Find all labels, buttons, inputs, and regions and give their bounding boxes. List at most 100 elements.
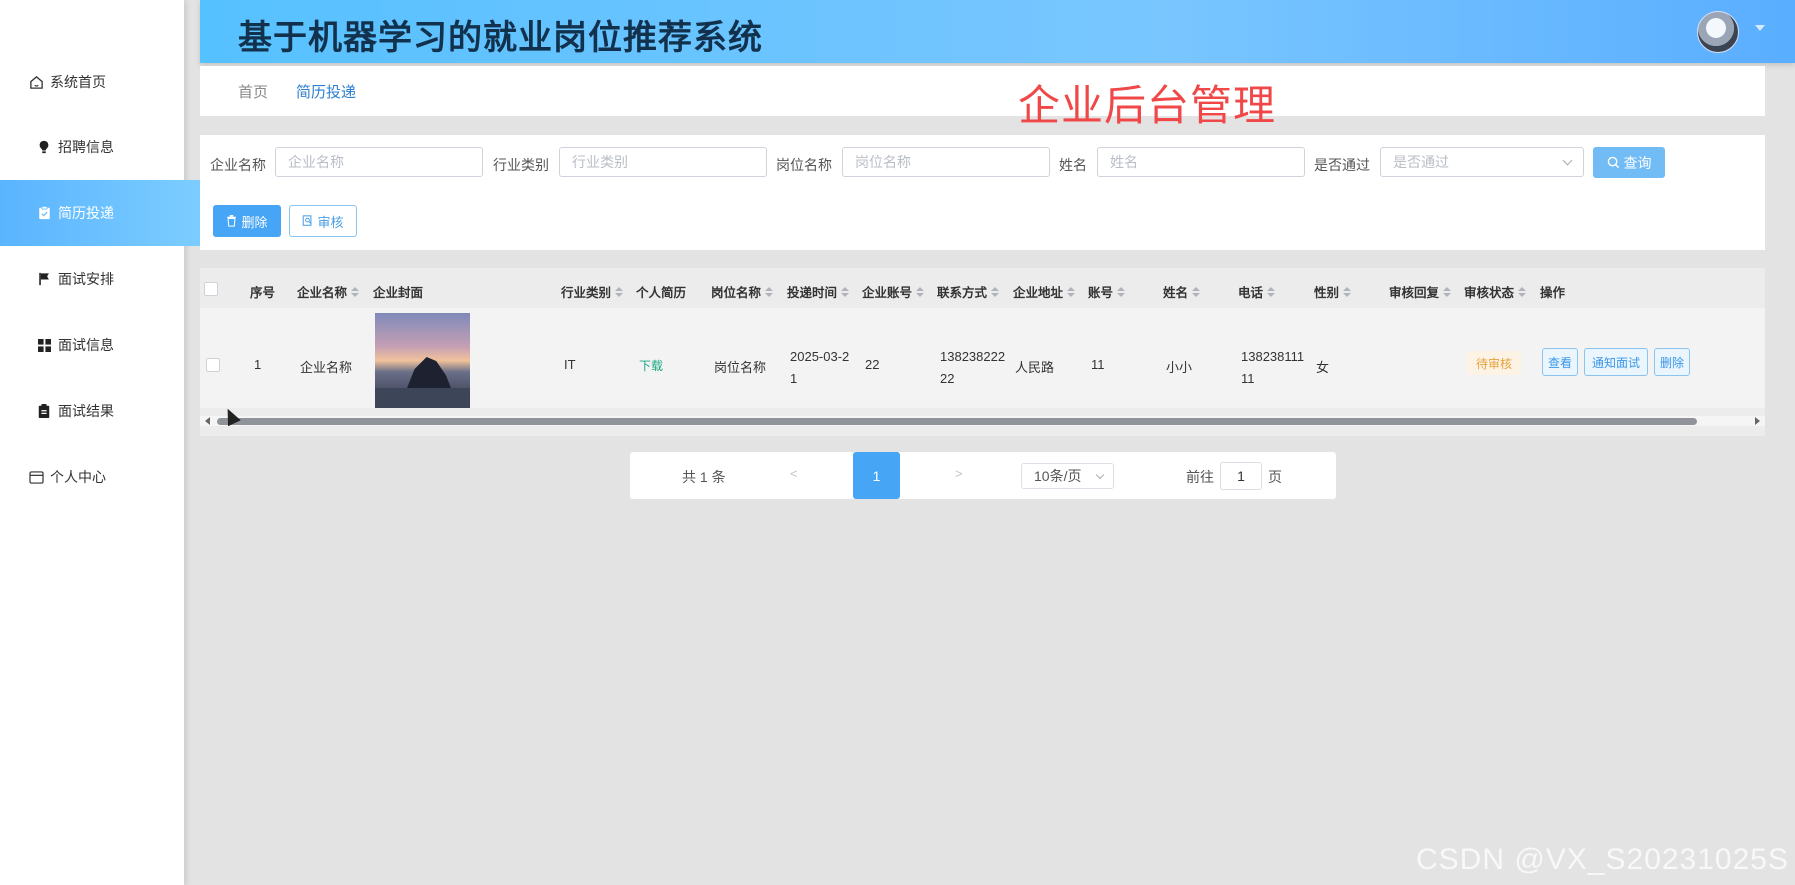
sort-icon[interactable] <box>1518 286 1527 297</box>
cell-index: 1 <box>254 357 262 372</box>
company-input[interactable] <box>275 147 483 177</box>
scroll-left-icon[interactable] <box>205 417 210 425</box>
bulk-delete-label: 删除 <box>241 214 268 230</box>
col-account[interactable]: 企业账号 <box>862 282 925 301</box>
status-badge: 待审核 <box>1467 351 1521 375</box>
col-address-label: 企业地址 <box>1013 286 1064 300</box>
col-position[interactable]: 岗位名称 <box>711 282 774 301</box>
next-page-button[interactable]: > <box>955 466 963 481</box>
col-company-label: 企业名称 <box>297 286 348 300</box>
page-size-select[interactable]: 10条/页 <box>1021 463 1114 489</box>
sort-icon[interactable] <box>351 286 360 297</box>
trash-icon <box>227 215 237 227</box>
cell-account: 22 <box>865 357 880 372</box>
sort-icon[interactable] <box>991 286 1000 297</box>
col-user[interactable]: 账号 <box>1088 282 1126 301</box>
search-panel: 企业名称 行业类别 岗位名称 姓名 是否通过 是否通过 查询 删除 审核 <box>200 135 1765 250</box>
col-status-label: 审核状态 <box>1464 286 1515 300</box>
chevron-down-icon[interactable] <box>1755 25 1765 31</box>
view-button[interactable]: 查看 <box>1542 348 1578 376</box>
page-unit-label: 页 <box>1268 469 1282 485</box>
sort-icon[interactable] <box>916 286 925 297</box>
watermark: CSDN @VX_S20231025S <box>1416 843 1789 876</box>
sidebar-item-interview-info[interactable]: 面试信息 <box>0 312 220 378</box>
sort-icon[interactable] <box>1267 286 1276 297</box>
col-user-label: 账号 <box>1088 286 1114 300</box>
sort-icon[interactable] <box>1192 286 1201 297</box>
sidebar-item-resume[interactable]: 简历投递 <box>0 180 220 246</box>
chevron-down-icon <box>1095 470 1105 480</box>
prev-page-button[interactable]: < <box>790 466 798 481</box>
resume-table: 序号 企业名称 企业封面 行业类别 个人简历 岗位名称 投递时间 企业账号 联系… <box>200 268 1765 436</box>
sidebar-item-profile[interactable]: 个人中心 <box>0 444 212 510</box>
col-time[interactable]: 投递时间 <box>787 282 850 301</box>
passed-select-placeholder: 是否通过 <box>1393 154 1449 170</box>
select-all-checkbox[interactable] <box>204 282 218 296</box>
col-status[interactable]: 审核状态 <box>1464 282 1527 301</box>
chevron-down-icon <box>1562 155 1573 166</box>
cell-time-line2: 1 <box>790 371 798 386</box>
row-delete-button[interactable]: 删除 <box>1654 348 1690 376</box>
card-icon <box>28 469 44 485</box>
sidebar-item-label: 简历投递 <box>58 205 114 221</box>
col-name[interactable]: 姓名 <box>1163 282 1201 301</box>
bulk-delete-button[interactable]: 删除 <box>213 205 281 237</box>
sort-icon[interactable] <box>1443 286 1452 297</box>
row-checkbox[interactable] <box>206 358 220 372</box>
col-industry[interactable]: 行业类别 <box>561 282 624 301</box>
sort-icon[interactable] <box>615 286 624 297</box>
col-reply-label: 审核回复 <box>1389 286 1440 300</box>
scroll-right-icon[interactable] <box>1755 417 1760 425</box>
sidebar-item-interview-arrange[interactable]: 面试安排 <box>0 246 220 312</box>
resume-download-link[interactable]: 下载 <box>639 357 663 374</box>
cell-phone-line1: 138238111 <box>1241 349 1305 364</box>
cell-phone-line2: 11 <box>1241 371 1255 386</box>
overlay-title: 企业后台管理 <box>1018 82 1277 129</box>
sidebar-item-recruitment[interactable]: 招聘信息 <box>0 114 220 180</box>
goto-page-input[interactable] <box>1220 462 1262 490</box>
col-company[interactable]: 企业名称 <box>297 282 360 301</box>
document-icon <box>36 403 52 419</box>
position-label: 岗位名称 <box>776 157 832 173</box>
cell-gender: 女 <box>1316 360 1330 375</box>
cell-contact-line1: 138238222 <box>940 349 1006 364</box>
industry-input[interactable] <box>559 147 767 177</box>
col-address[interactable]: 企业地址 <box>1013 282 1076 301</box>
goto-label: 前往 <box>1186 469 1214 485</box>
avatar[interactable] <box>1697 11 1739 53</box>
col-reply[interactable]: 审核回复 <box>1389 282 1452 301</box>
notify-interview-button[interactable]: 通知面试 <box>1584 348 1648 376</box>
sidebar-item-home[interactable]: 系统首页 <box>0 49 212 115</box>
sort-icon[interactable] <box>1117 286 1126 297</box>
scrollbar-thumb[interactable] <box>217 418 1697 425</box>
sidebar-item-label: 系统首页 <box>50 74 106 90</box>
breadcrumb-current: 简历投递 <box>296 84 357 101</box>
sort-icon[interactable] <box>1343 286 1352 297</box>
sort-icon[interactable] <box>1067 286 1076 297</box>
position-input[interactable] <box>842 147 1050 177</box>
passed-label: 是否通过 <box>1314 157 1370 173</box>
name-label: 姓名 <box>1059 157 1087 173</box>
col-time-label: 投递时间 <box>787 286 838 300</box>
sidebar-item-interview-result[interactable]: 面试结果 <box>0 378 220 444</box>
breadcrumb-home[interactable]: 首页 <box>238 81 268 102</box>
cell-company: 企业名称 <box>300 360 353 375</box>
sort-icon[interactable] <box>765 286 774 297</box>
current-page[interactable]: 1 <box>853 452 900 499</box>
review-button[interactable]: 审核 <box>289 205 357 237</box>
sidebar-item-label: 个人中心 <box>50 469 106 485</box>
col-resume: 个人简历 <box>636 286 687 300</box>
col-contact[interactable]: 联系方式 <box>937 282 1000 301</box>
passed-select[interactable]: 是否通过 <box>1380 147 1584 177</box>
query-button[interactable]: 查询 <box>1593 147 1665 178</box>
sort-icon[interactable] <box>841 286 850 297</box>
sidebar-item-label: 面试安排 <box>58 271 114 287</box>
flag-icon <box>36 271 52 287</box>
sidebar: 系统首页 招聘信息 简历投递 面试安排 面试信息 面试结果 个人中心 <box>0 0 220 885</box>
name-input[interactable] <box>1097 147 1305 177</box>
col-gender[interactable]: 性别 <box>1314 282 1352 301</box>
col-index: 序号 <box>250 286 276 300</box>
horizontal-scrollbar[interactable] <box>200 416 1765 426</box>
col-phone[interactable]: 电话 <box>1238 282 1276 301</box>
cell-contact: 138238222 22 <box>940 346 1005 390</box>
